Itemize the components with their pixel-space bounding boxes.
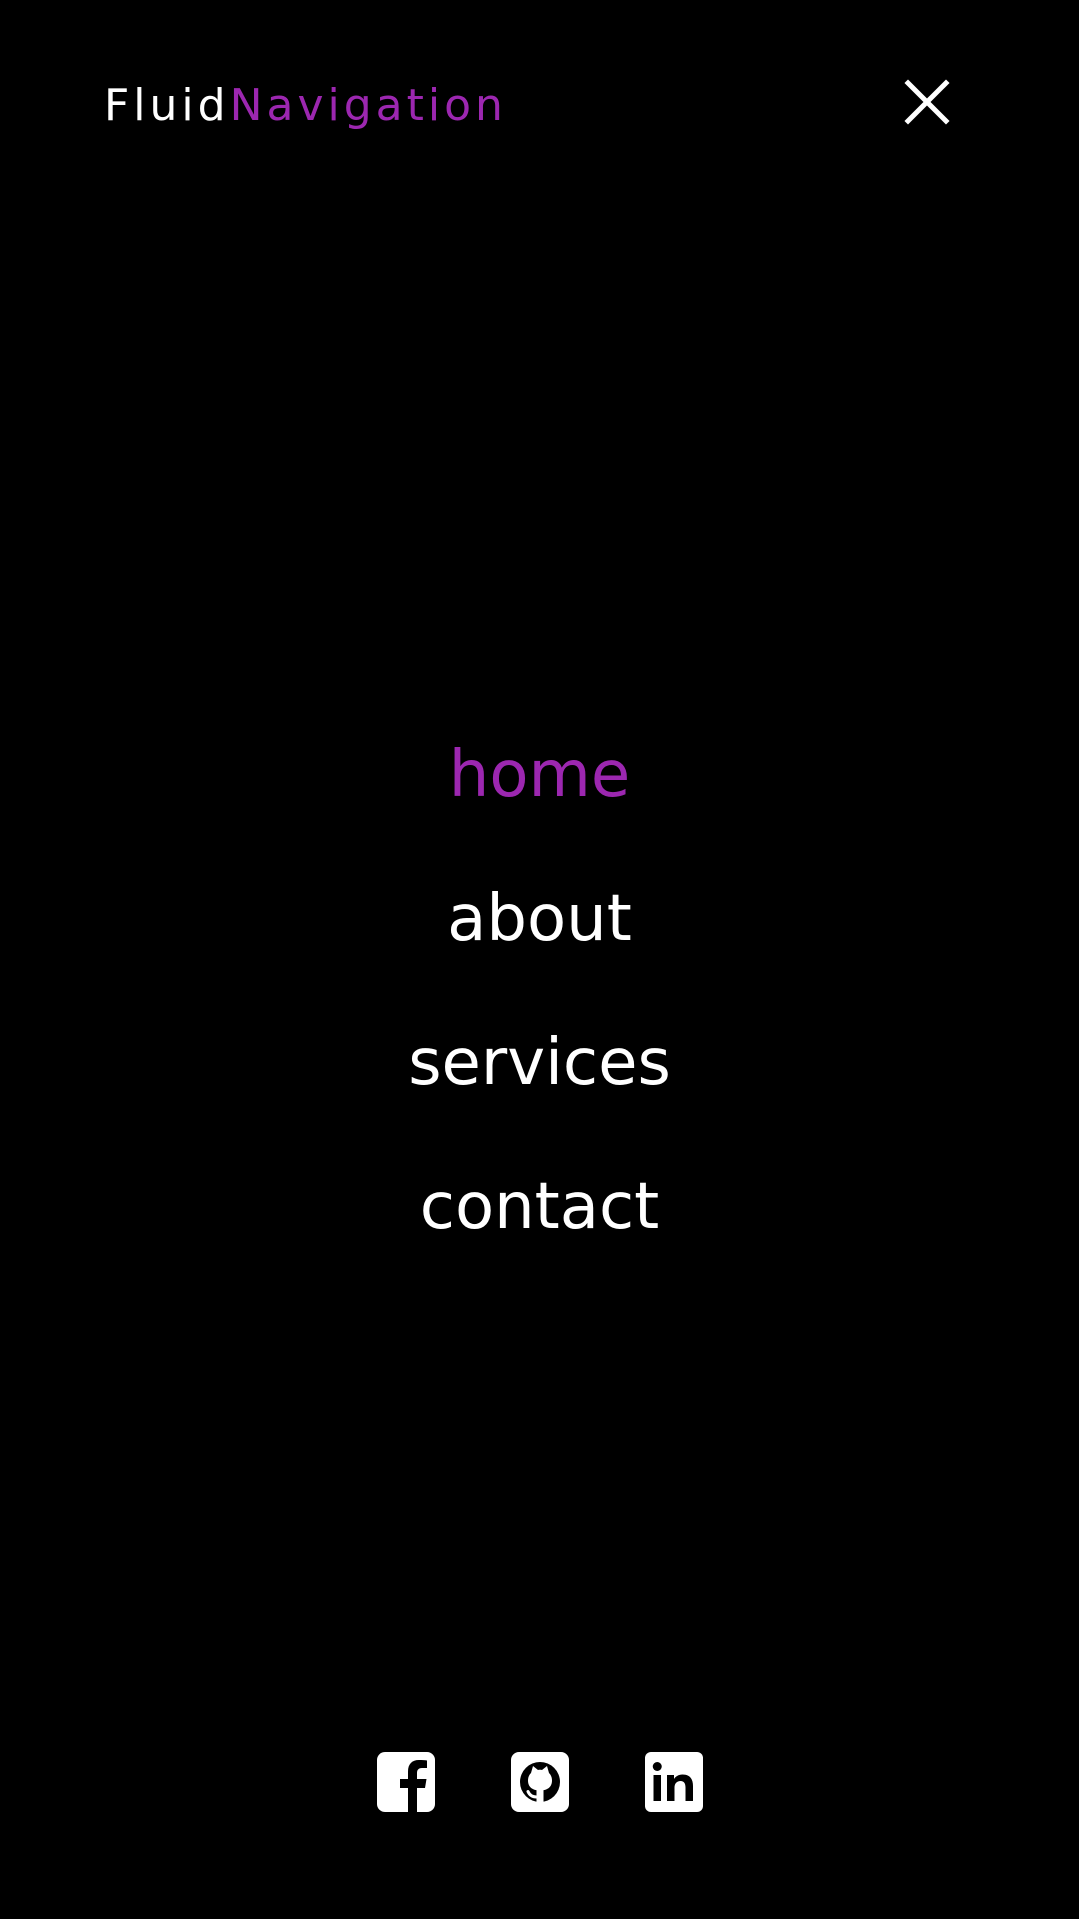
brand-name-part-1: Fluid	[104, 80, 230, 131]
linkedin-link[interactable]	[644, 1752, 703, 1812]
nav-item-services: services	[0, 1018, 1079, 1162]
linkedin-icon	[644, 1752, 703, 1812]
nav-link-home[interactable]: home	[449, 730, 630, 820]
facebook-icon	[376, 1752, 435, 1812]
nav-link-contact[interactable]: contact	[420, 1162, 660, 1252]
social-links	[0, 1752, 1079, 1812]
brand-name-part-2: Navigation	[229, 80, 507, 131]
close-menu-button[interactable]	[898, 73, 956, 131]
nav-item-about: about	[0, 874, 1079, 1018]
github-link[interactable]	[510, 1752, 569, 1812]
nav-link-services[interactable]: services	[408, 1018, 671, 1108]
main-nav-menu: home about services contact	[0, 730, 1079, 1306]
facebook-link[interactable]	[376, 1752, 435, 1812]
nav-item-contact: contact	[0, 1162, 1079, 1306]
brand-logo[interactable]: FluidNavigation	[104, 78, 507, 134]
nav-link-about[interactable]: about	[447, 874, 632, 964]
nav-item-home: home	[0, 730, 1079, 874]
close-icon	[904, 79, 950, 125]
github-icon	[510, 1752, 569, 1812]
